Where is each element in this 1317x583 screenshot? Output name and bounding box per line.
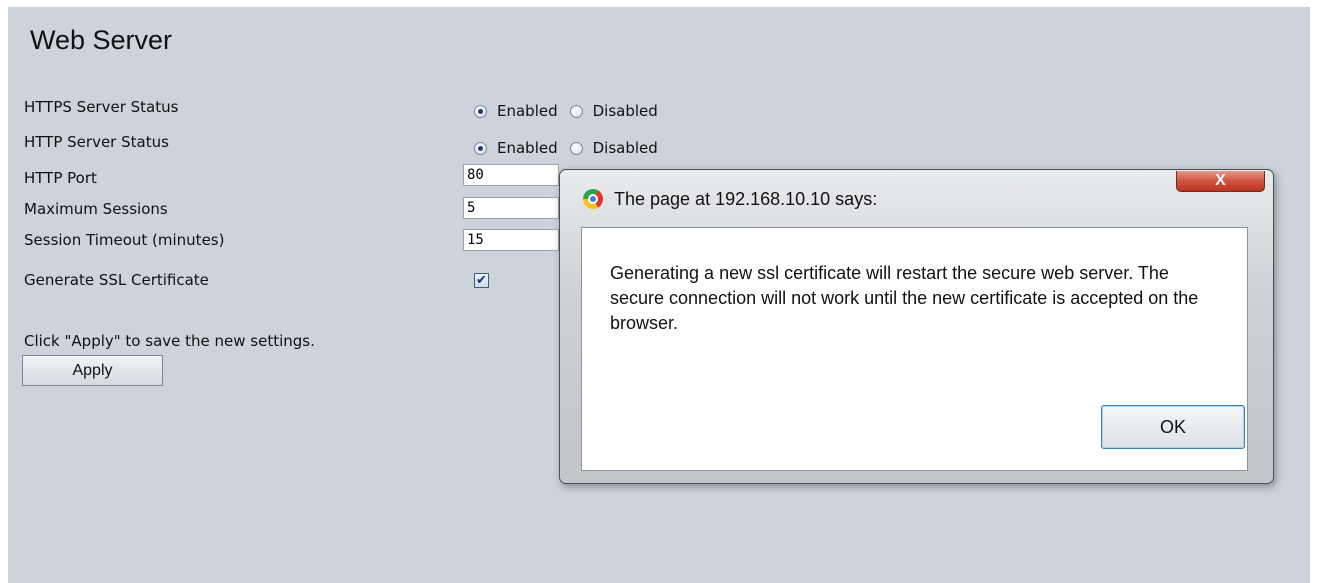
http-port-label: HTTP Port bbox=[24, 169, 97, 187]
generate-ssl-label: Generate SSL Certificate bbox=[24, 271, 209, 289]
http-disabled-label: Disabled bbox=[592, 139, 658, 157]
http-status-label: HTTP Server Status bbox=[24, 133, 169, 151]
session-timeout-label: Session Timeout (minutes) bbox=[24, 231, 225, 249]
https-disabled-label: Disabled bbox=[592, 102, 658, 120]
page-title: Web Server bbox=[30, 25, 173, 55]
http-enabled-label: Enabled bbox=[497, 139, 558, 157]
alert-dialog: The page at 192.168.10.10 says: X Genera… bbox=[559, 169, 1274, 484]
chrome-icon bbox=[583, 189, 603, 209]
https-status-label: HTTPS Server Status bbox=[24, 98, 179, 116]
dialog-title: The page at 192.168.10.10 says: bbox=[614, 189, 878, 209]
close-icon: X bbox=[1215, 172, 1226, 189]
apply-button[interactable]: Apply bbox=[22, 355, 163, 386]
https-enabled-radio[interactable] bbox=[474, 104, 487, 118]
checkmark-icon: ✔ bbox=[476, 273, 487, 288]
https-enabled-label: Enabled bbox=[497, 102, 558, 120]
https-disabled-radio[interactable] bbox=[569, 104, 583, 118]
http-port-input[interactable] bbox=[463, 164, 559, 186]
ok-button[interactable]: OK bbox=[1101, 405, 1245, 449]
http-enabled-radio[interactable] bbox=[474, 141, 487, 155]
http-disabled-radio[interactable] bbox=[569, 141, 583, 155]
https-status-radio-group: Enabled Disabled bbox=[474, 101, 670, 121]
generate-ssl-checkbox[interactable]: ✔ bbox=[474, 273, 489, 288]
dialog-body: Generating a new ssl certificate will re… bbox=[581, 227, 1248, 471]
apply-hint-text: Click "Apply" to save the new settings. bbox=[24, 332, 315, 350]
session-timeout-input[interactable] bbox=[463, 229, 559, 251]
max-sessions-input[interactable] bbox=[463, 197, 559, 219]
max-sessions-label: Maximum Sessions bbox=[24, 200, 168, 218]
close-button[interactable]: X bbox=[1176, 171, 1265, 192]
dialog-titlebar[interactable]: The page at 192.168.10.10 says: X bbox=[560, 170, 1273, 222]
http-status-radio-group: Enabled Disabled bbox=[474, 138, 670, 158]
dialog-message: Generating a new ssl certificate will re… bbox=[610, 263, 1199, 333]
